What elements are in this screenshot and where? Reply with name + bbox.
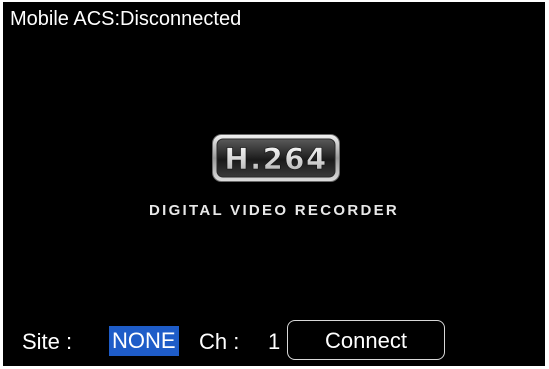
- channel-label: Ch :: [199, 329, 240, 354]
- h264-logo-icon: H.264: [211, 133, 341, 183]
- connect-button[interactable]: Connect: [287, 320, 445, 360]
- logo-badge-text: H.264: [224, 142, 327, 176]
- site-label: Site :: [22, 329, 73, 354]
- app-screen: Mobile ACS:Disconnected H.264 DIGITAL VI…: [3, 2, 545, 366]
- site-field[interactable]: NONE: [109, 326, 179, 356]
- connection-controls: Site : NONE Ch : 1 Connect: [3, 320, 545, 362]
- product-subtitle: DIGITAL VIDEO RECORDER: [148, 202, 400, 219]
- status-title: Mobile ACS:Disconnected: [10, 8, 242, 30]
- channel-field[interactable]: 1: [268, 329, 280, 355]
